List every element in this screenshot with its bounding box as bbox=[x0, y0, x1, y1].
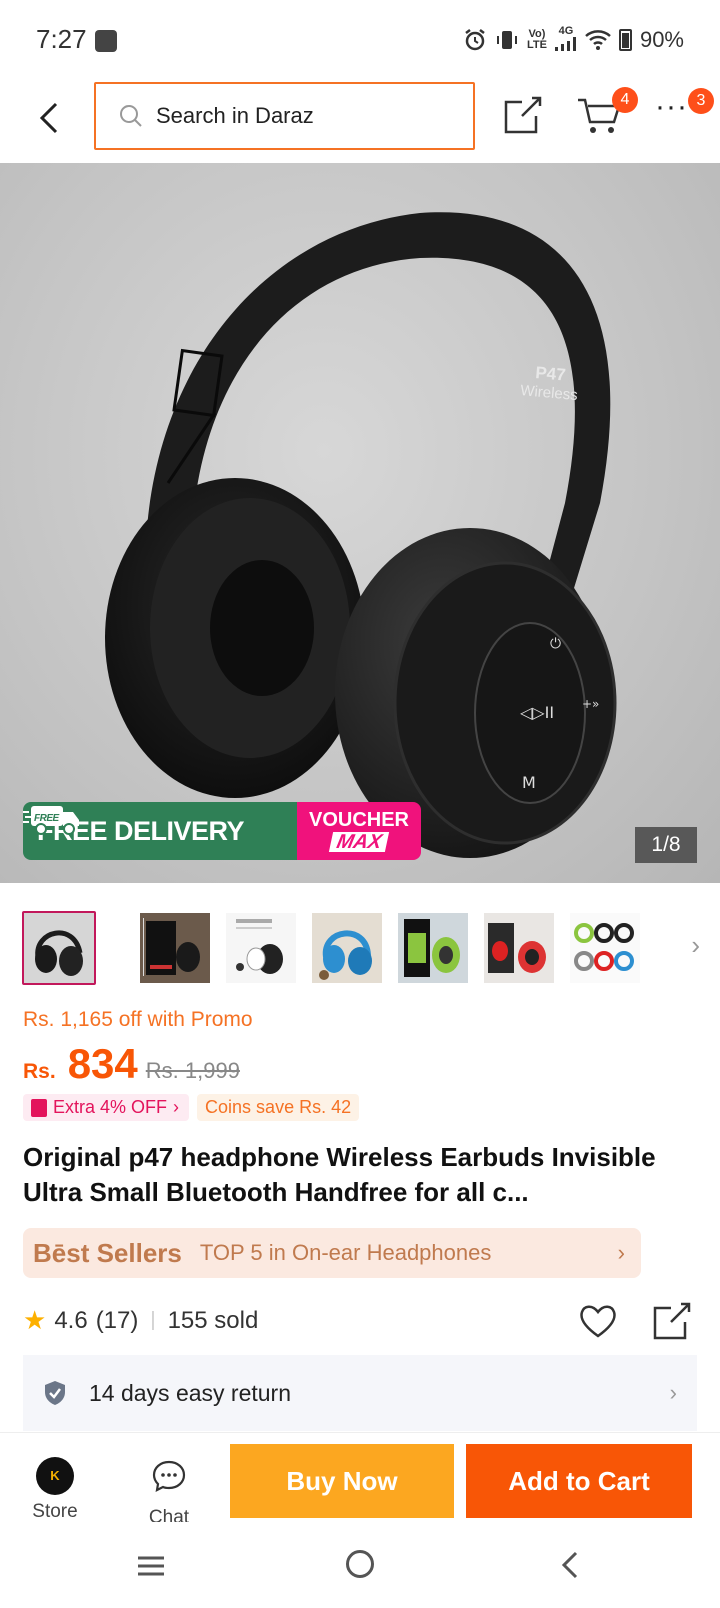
search-input[interactable] bbox=[156, 103, 436, 129]
thumbnail-7[interactable] bbox=[570, 912, 640, 983]
price-row: Rs. 834 Rs. 1,999 bbox=[23, 1040, 240, 1088]
svg-text:FREE: FREE bbox=[34, 813, 60, 824]
sim-icon bbox=[95, 30, 117, 52]
svg-text:+»: +» bbox=[582, 697, 599, 711]
chat-button[interactable]: Chat bbox=[138, 1457, 200, 1529]
share-icon[interactable] bbox=[502, 94, 544, 136]
rating-count: (17) bbox=[95, 1306, 139, 1334]
battery-level: 90% bbox=[639, 27, 684, 52]
volte-indicator: Vo) LTE bbox=[526, 28, 547, 51]
svg-text:◁▷II: ◁▷II bbox=[519, 703, 554, 722]
delivery-truck-icon: FREE bbox=[23, 806, 79, 835]
voucher-label: VOUCHER bbox=[308, 809, 409, 831]
store-button[interactable]: K Store bbox=[24, 1457, 86, 1523]
product-image-carousel[interactable]: ◁▷II M ⏻ +» P47 Wireless FREE FREE DELIV… bbox=[0, 163, 720, 883]
battery-icon bbox=[618, 29, 632, 51]
search-icon bbox=[120, 105, 142, 127]
more-badge: 3 bbox=[688, 88, 714, 114]
sold-count: 155 sold bbox=[167, 1306, 259, 1334]
thumbnail-strip: › bbox=[22, 910, 712, 985]
free-delivery-voucher-banner: FREE FREE DELIVERY VOUCHER MAX bbox=[23, 802, 421, 860]
status-time: 7:27 bbox=[36, 24, 87, 54]
best-sellers-label: Bēst Sellers bbox=[33, 1237, 182, 1268]
rating-row[interactable]: ★ 4.6 (17) | 155 sold bbox=[23, 1305, 258, 1336]
wishlist-heart-icon[interactable] bbox=[578, 1302, 618, 1340]
thumbnail-3[interactable] bbox=[226, 912, 296, 983]
svg-text:Wireless: Wireless bbox=[520, 382, 579, 404]
system-navigation-bar bbox=[0, 1522, 720, 1608]
image-page-indicator: 1/8 bbox=[635, 827, 697, 863]
status-icons: Vo) LTE 4G 90% bbox=[463, 26, 684, 54]
free-delivery-section: FREE FREE DELIVERY bbox=[23, 802, 297, 860]
store-label: Store bbox=[32, 1501, 78, 1522]
recent-apps-icon[interactable] bbox=[136, 1554, 166, 1578]
thumbnail-6[interactable] bbox=[484, 912, 554, 983]
home-icon[interactable] bbox=[346, 1550, 374, 1578]
network-4g-indicator: 4G bbox=[554, 26, 577, 54]
promo-discount-text: Rs. 1,165 off with Promo bbox=[23, 1008, 253, 1031]
bottom-action-bar: K Store Chat Buy Now Add to Cart bbox=[0, 1432, 720, 1528]
chevron-right-icon: › bbox=[617, 1240, 625, 1265]
store-logo-icon: K bbox=[36, 1457, 74, 1495]
chat-bubble-icon bbox=[152, 1460, 186, 1492]
star-icon: ★ bbox=[23, 1305, 47, 1335]
cart-badge: 4 bbox=[612, 87, 638, 113]
thumbnail-2[interactable] bbox=[140, 912, 210, 983]
top-nav: 4 ··· 3 bbox=[0, 80, 720, 162]
wifi-icon bbox=[585, 30, 611, 50]
thumbnail-divider bbox=[143, 918, 144, 976]
best-sellers-rank: TOP 5 in On-ear Headphones bbox=[199, 1240, 492, 1265]
rating-value: 4.6 bbox=[54, 1306, 88, 1334]
svg-text:M: M bbox=[522, 773, 536, 792]
chevron-right-icon: › bbox=[173, 1097, 180, 1117]
headphone-image: ◁▷II M ⏻ +» P47 Wireless bbox=[105, 212, 617, 858]
shield-check-icon bbox=[45, 1381, 65, 1405]
chevron-right-icon[interactable]: › bbox=[691, 930, 700, 961]
best-sellers-banner[interactable]: Bēst Sellers TOP 5 in On-ear Headphones … bbox=[23, 1228, 641, 1278]
vibrate-icon bbox=[496, 31, 517, 49]
signal-icon bbox=[554, 37, 576, 51]
promo-chips: Extra 4% OFF › Coins save Rs. 42 bbox=[23, 1094, 360, 1121]
return-policy-row[interactable]: 14 days easy return › bbox=[23, 1355, 697, 1431]
price-currency: Rs. bbox=[23, 1060, 56, 1083]
thumbnail-1[interactable] bbox=[22, 910, 96, 985]
alarm-icon bbox=[465, 29, 485, 51]
voucher-max-section: VOUCHER MAX bbox=[297, 802, 421, 860]
share-icon[interactable] bbox=[651, 1300, 693, 1342]
extra-off-chip[interactable]: Extra 4% OFF › bbox=[23, 1094, 190, 1121]
divider: | bbox=[150, 1309, 156, 1331]
add-to-cart-button[interactable]: Add to Cart bbox=[466, 1444, 692, 1518]
svg-text:⏻: ⏻ bbox=[550, 636, 561, 652]
thumbnail-4[interactable] bbox=[312, 912, 382, 983]
voucher-max-label: MAX bbox=[328, 831, 390, 853]
more-menu-icon[interactable]: ··· bbox=[655, 92, 691, 130]
chevron-right-icon: › bbox=[669, 1380, 677, 1405]
system-back-icon[interactable] bbox=[556, 1550, 584, 1580]
svg-text:P47: P47 bbox=[535, 363, 567, 385]
back-arrow-icon[interactable] bbox=[30, 98, 70, 138]
coins-save-chip: Coins save Rs. 42 bbox=[197, 1094, 360, 1121]
status-bar: 7:27 Vo) LTE 4G 90% bbox=[0, 0, 720, 80]
original-price: Rs. 1,999 bbox=[145, 1058, 240, 1083]
return-policy-text: 14 days easy return bbox=[89, 1379, 292, 1406]
buy-now-button[interactable]: Buy Now bbox=[230, 1444, 454, 1518]
thumbnail-5[interactable] bbox=[398, 912, 468, 983]
search-box[interactable] bbox=[94, 82, 475, 150]
product-title: Original p47 headphone Wireless Earbuds … bbox=[23, 1142, 656, 1207]
price-value: 834 bbox=[67, 1040, 138, 1087]
voucher-tag-icon bbox=[31, 1098, 47, 1117]
